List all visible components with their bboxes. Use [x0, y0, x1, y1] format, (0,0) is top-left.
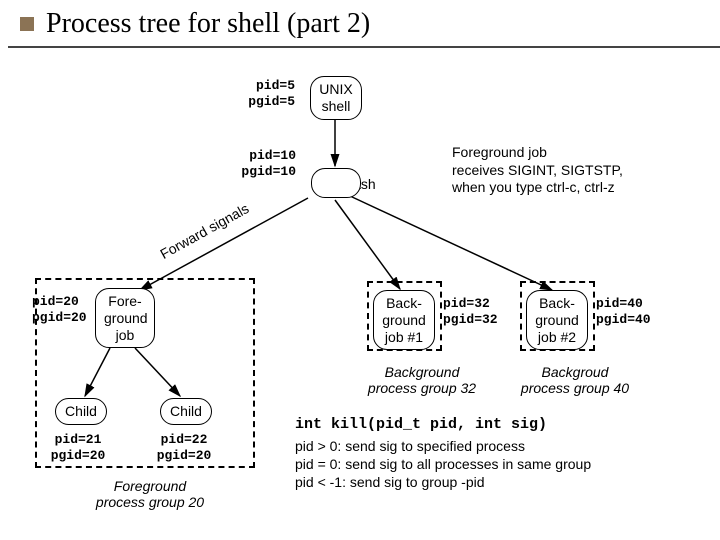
- id-child2: pid=22pgid=20: [150, 432, 218, 465]
- code-line-2: pid = 0: send sig to all processes in sa…: [295, 456, 591, 474]
- node-tsh: [311, 168, 361, 198]
- caption-fg: Foregroundprocess group 20: [70, 478, 230, 510]
- title-bullet: [20, 17, 34, 31]
- caption-bg40: Backgroudprocess group 40: [505, 364, 645, 396]
- node-bg1: Back-groundjob #1: [373, 290, 435, 350]
- id-bg1: pid=32pgid=32: [443, 296, 505, 329]
- id-child1: pid=21pgid=20: [44, 432, 112, 465]
- node-child-2: Child: [160, 398, 212, 425]
- note-foreground: Foreground jobreceives SIGINT, SIGTSTP,w…: [452, 144, 623, 197]
- page-title: Process tree for shell (part 2): [46, 8, 370, 40]
- code-line-3: pid < -1: send sig to group -pid: [295, 474, 485, 492]
- node-bg2: Back-groundjob #2: [526, 290, 588, 350]
- code-signature: int kill(pid_t pid, int sig): [295, 416, 547, 433]
- id-tsh: pid=10pgid=10: [218, 148, 296, 181]
- code-line-1: pid > 0: send sig to specified process: [295, 438, 525, 456]
- id-fg: pid=20pgid=20: [32, 294, 94, 327]
- id-shell: pid=5pgid=5: [225, 78, 295, 111]
- title-bar: Process tree for shell (part 2): [0, 0, 720, 46]
- node-fg-job: Fore-groundjob: [95, 288, 155, 348]
- node-child-1: Child: [55, 398, 107, 425]
- id-bg2: pid=40pgid=40: [596, 296, 658, 329]
- diagram-stage: pid=5pgid=5 UNIXshell pid=10pgid=10 tsh …: [0, 48, 720, 538]
- caption-bg32: Backgroundprocess group 32: [352, 364, 492, 396]
- node-unix-shell: UNIXshell: [310, 76, 362, 120]
- label-forward-signals: Forward signals: [157, 200, 251, 262]
